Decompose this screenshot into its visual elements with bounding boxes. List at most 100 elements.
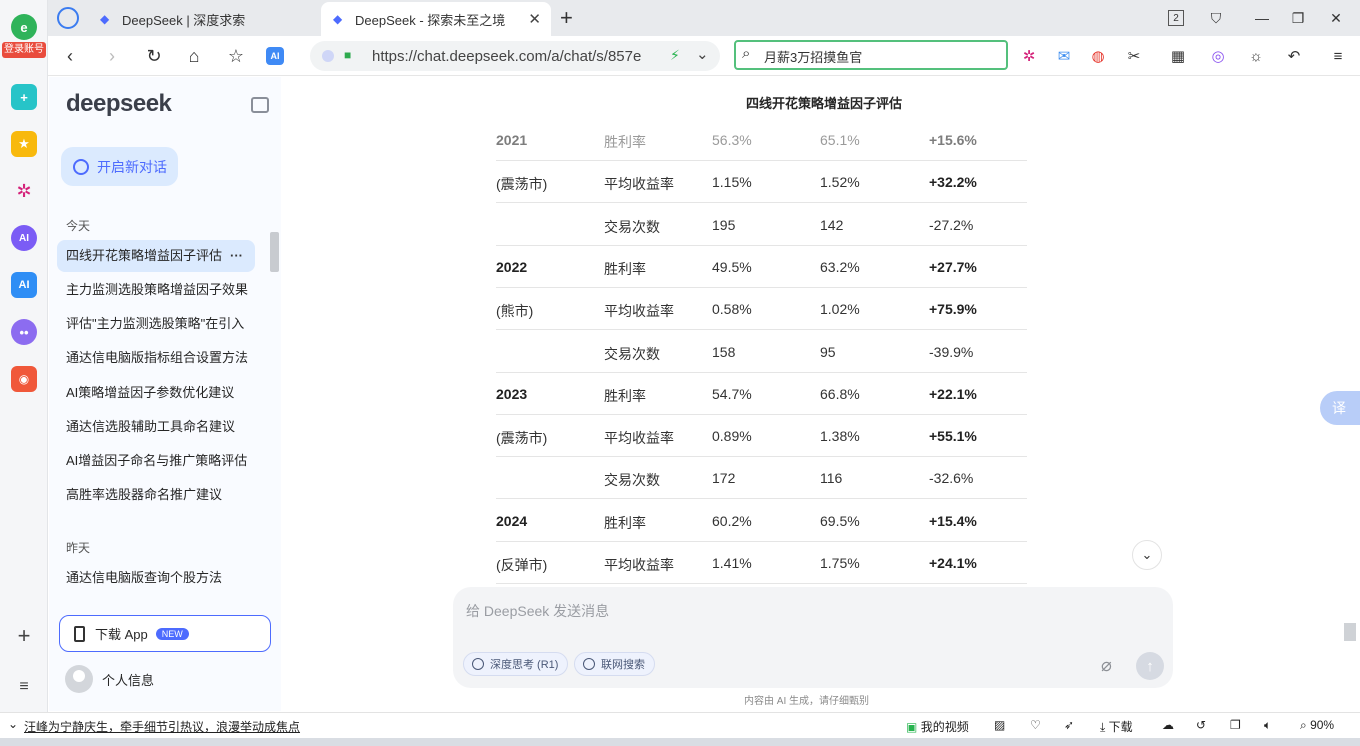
ai-assistant-icon[interactable]: AI	[11, 225, 37, 251]
history-item[interactable]: 通达信电脑版指标组合设置方法	[57, 342, 255, 374]
profile-button[interactable]: 个人信息	[65, 665, 154, 693]
zoom-control[interactable]: ⌕ 90%	[1300, 718, 1334, 733]
star-favorites-icon[interactable]: ★	[11, 131, 37, 157]
site-info-icon[interactable]	[322, 50, 334, 62]
maximize-icon[interactable]: ❐	[1288, 8, 1308, 28]
network-extension-icon[interactable]: ✲	[1019, 46, 1039, 66]
apps-grid-icon[interactable]: ▦	[1168, 46, 1188, 66]
attach-file-icon[interactable]: ⌀	[1101, 655, 1112, 676]
table-row: 交易次数 172 116 -32.6%	[496, 457, 1027, 500]
table-cell-baseline: 0.89%	[712, 428, 752, 445]
close-window-icon[interactable]: ✕	[1326, 8, 1346, 28]
history-item[interactable]: 四线开花策略增益因子评估 ···	[57, 240, 255, 272]
lightning-icon[interactable]: ⚡	[670, 47, 680, 64]
bot-icon[interactable]: ••	[11, 319, 37, 345]
heart-health-icon[interactable]: ♡	[1030, 718, 1041, 732]
navigation-compass-icon[interactable]	[57, 7, 79, 29]
sidebar-scrollbar[interactable]	[270, 232, 279, 272]
chevron-down-icon[interactable]: ⌄	[696, 45, 709, 63]
history-item[interactable]: 评估"主力监测选股策略"在引入	[57, 308, 255, 340]
cloud-icon[interactable]: ☁	[1162, 718, 1174, 732]
table-cell-period: (熊市)	[496, 303, 534, 320]
refresh-icon[interactable]: ↺	[1196, 718, 1206, 732]
table-row: 2023 胜利率 54.7% 66.8% +22.1%	[496, 373, 1027, 415]
search-icon: ⌕	[742, 45, 751, 62]
ai-disclaimer: 内容由 AI 生成，请仔细甄别	[744, 696, 870, 707]
plus-app-icon[interactable]: +	[11, 84, 37, 110]
back-icon[interactable]: ‹	[58, 44, 82, 68]
browser-logo-icon[interactable]: e	[11, 14, 37, 40]
bookmark-star-icon[interactable]: ☆	[224, 44, 248, 68]
table-cell-period: 2021	[496, 132, 528, 148]
volume-icon[interactable]: 🔈︎	[1264, 718, 1271, 733]
ai-assistant-extension-icon[interactable]: ◎	[1208, 46, 1228, 66]
login-account-button[interactable]: 登录账号	[2, 42, 46, 58]
url-text[interactable]: https://chat.deepseek.com/a/chat/s/857e	[372, 48, 641, 65]
brightness-icon[interactable]: ☼	[1246, 46, 1266, 66]
message-input[interactable]: 给 DeepSeek 发送消息	[466, 601, 609, 621]
deep-think-toggle[interactable]: 深度思考 (R1)	[463, 652, 569, 676]
minimize-icon[interactable]: —	[1252, 8, 1272, 28]
history-item[interactable]: AI增益因子命名与推广策略评估	[57, 445, 255, 477]
rocket-icon[interactable]: ➶	[1064, 718, 1074, 732]
message-composer[interactable]: 给 DeepSeek 发送消息 深度思考 (R1) 联网搜索 ⌀ ↑	[453, 587, 1173, 688]
image-icon[interactable]: ▨	[994, 718, 1005, 732]
table-cell-metric: 胜利率	[604, 134, 646, 150]
send-button[interactable]: ↑	[1136, 652, 1164, 680]
history-item-label: 通达信电脑版查询个股方法	[66, 570, 223, 585]
weibo-icon[interactable]: ◍	[1088, 46, 1108, 66]
download-app-button[interactable]: 下载 App NEW	[59, 615, 271, 652]
address-bar[interactable]: ■ https://chat.deepseek.com/a/chat/s/857…	[310, 41, 720, 71]
new-tab-button[interactable]: +	[560, 5, 573, 31]
phone-icon	[74, 625, 85, 642]
window-icon[interactable]: ❐	[1230, 718, 1241, 732]
more-options-icon[interactable]: ···	[230, 240, 243, 272]
history-item[interactable]: 通达信电脑版查询个股方法	[57, 562, 255, 594]
news-ticker-link[interactable]: 汪峰为宁静庆生，牵手细节引热议，浪漫举动成焦点	[24, 718, 300, 735]
home-icon[interactable]: ⌂	[182, 44, 206, 68]
page-scrollbar[interactable]	[1344, 623, 1356, 641]
scroll-to-bottom-button[interactable]: ⌄	[1132, 540, 1162, 570]
history-item[interactable]: AI策略增益因子参数优化建议	[57, 377, 255, 409]
history-item-label: 通达信电脑版指标组合设置方法	[66, 350, 249, 365]
table-cell-period: 2023	[496, 385, 528, 402]
game-icon[interactable]: ◉	[11, 366, 37, 392]
table-cell-enhanced: 142	[820, 216, 844, 233]
new-chat-label: 开启新对话	[97, 158, 167, 175]
mail-icon[interactable]: ✉	[1054, 46, 1074, 66]
download-label: 下载	[1108, 720, 1133, 734]
table-cell-change: +15.4%	[929, 512, 977, 529]
scissors-icon[interactable]: ✂	[1124, 46, 1144, 66]
download-button[interactable]: ⤓ 下载	[1100, 718, 1133, 735]
menu-list-icon[interactable]: ≡	[11, 674, 37, 700]
new-chat-button[interactable]: 开启新对话	[61, 147, 178, 186]
add-icon[interactable]: +	[11, 623, 37, 649]
tab-deepseek-home[interactable]: ◆ DeepSeek | 深度求索	[88, 2, 318, 36]
tab-count-badge[interactable]: 2	[1168, 10, 1184, 26]
collapse-sidebar-icon[interactable]	[251, 97, 269, 113]
history-item[interactable]: 通达信选股辅助工具命名建议	[57, 411, 255, 443]
history-item-label: 高胜率选股器命名推广建议	[66, 487, 223, 502]
translate-button[interactable]: 译	[1320, 391, 1360, 425]
reload-icon[interactable]: ↻	[142, 44, 166, 68]
table-cell-baseline: 195	[712, 216, 736, 233]
tab-deepseek-chat[interactable]: ◆ DeepSeek - 探索未至之境 ✕	[321, 2, 551, 36]
chevron-down-icon[interactable]: ⌄	[8, 717, 18, 731]
history-item[interactable]: 主力监测选股策略增益因子效果	[57, 274, 255, 306]
table-cell-enhanced: 1.02%	[820, 301, 860, 318]
my-video-button[interactable]: ▣ 我的视频	[906, 718, 969, 735]
shirt-skin-icon[interactable]: ⛉	[1206, 8, 1226, 28]
history-item[interactable]: 高胜率选股器命名推广建议	[57, 479, 255, 511]
network-app-icon[interactable]: ✲	[11, 178, 37, 204]
undo-icon[interactable]: ↶	[1284, 46, 1304, 66]
search-input[interactable]: ⌕ 月薪3万招摸鱼官	[734, 40, 1008, 70]
ai-app-icon[interactable]: AI	[11, 272, 37, 298]
os-taskbar	[0, 738, 1360, 746]
video-icon: ▣	[906, 720, 918, 734]
ai-extension-icon[interactable]: AI	[266, 47, 284, 65]
web-search-toggle[interactable]: 联网搜索	[574, 652, 655, 676]
main-menu-icon[interactable]: ≡	[1328, 46, 1348, 66]
close-tab-icon[interactable]: ✕	[528, 10, 541, 28]
forward-icon[interactable]: ›	[100, 44, 124, 68]
section-today: 今天	[66, 219, 91, 233]
